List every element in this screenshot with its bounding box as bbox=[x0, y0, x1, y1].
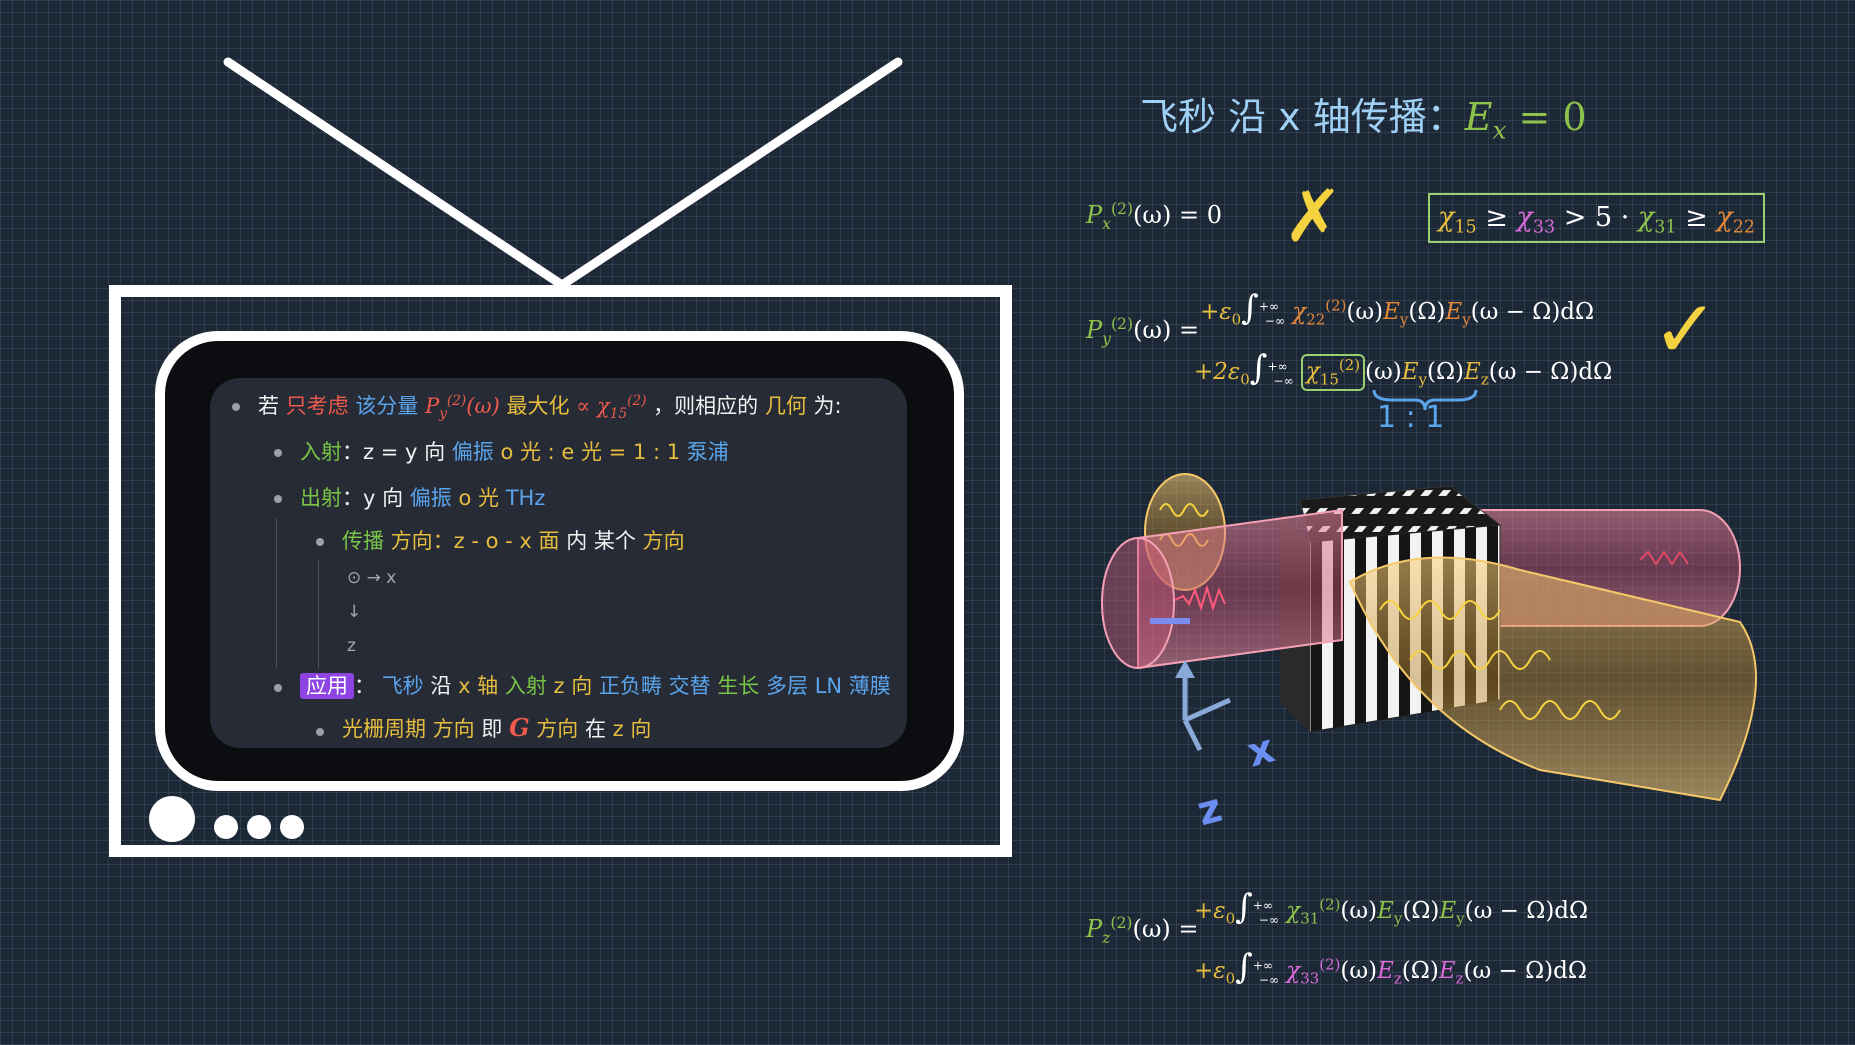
text-z-dir: z 向 bbox=[553, 674, 593, 698]
text-some: 某个 bbox=[593, 529, 636, 553]
text-geometry: 几何 bbox=[764, 394, 807, 418]
eq-py-line1: +ε0∫+∞−∞ χ22(2)(ω)Ey(Ω)Ey(ω − Ω)dΩ bbox=[1200, 288, 1595, 329]
title-math-ex: Ex bbox=[1464, 95, 1507, 145]
tv-knob-large bbox=[149, 796, 195, 842]
text-plane: 面 bbox=[538, 529, 560, 553]
text-polarization: 偏振 bbox=[451, 440, 494, 464]
text-direction: 方向 bbox=[642, 529, 685, 553]
text-z-dir: z 向 bbox=[612, 717, 652, 741]
text-namely: 即 bbox=[481, 717, 503, 741]
bullet-dot bbox=[316, 538, 324, 546]
axes-3d bbox=[1175, 660, 1232, 752]
text-x-axis: x 轴 bbox=[458, 674, 499, 698]
eq-py-line2: +2ε0∫+∞−∞ χ15(2) (ω)Ey(Ω)Ez(ω − Ω)dΩ bbox=[1194, 348, 1613, 391]
text-this-component: 该分量 bbox=[355, 394, 419, 418]
pink-beam-front bbox=[1101, 508, 1343, 670]
tv-knob-small-3 bbox=[280, 815, 304, 839]
cross-icon: ✗ bbox=[1283, 174, 1344, 258]
indent-guide bbox=[276, 518, 277, 668]
text-domains: 正负畴 bbox=[598, 674, 662, 698]
axes-row-x: ⊙ → x bbox=[347, 568, 397, 588]
application-tag: 应用 bbox=[300, 673, 354, 699]
tv-antenna-right bbox=[557, 57, 903, 290]
bullet-dot bbox=[274, 495, 282, 503]
text-polarization: 偏振 bbox=[409, 486, 452, 510]
row-grating: 光栅周期 方向 即 G 方向 在 z 向 bbox=[342, 713, 651, 743]
chi-inequality-box: χ15 ≥ χ33 > 5 · χ31 ≥ χ22 bbox=[1428, 193, 1766, 243]
axis-x-arrow bbox=[1183, 697, 1232, 723]
bullet-dot bbox=[274, 684, 282, 692]
tv-knob-small-1 bbox=[214, 815, 238, 839]
math-p-y-2: Py(2)(ω) bbox=[425, 393, 500, 423]
ratio-label: 1 : 1 bbox=[1377, 400, 1445, 435]
tv-knob-small-2 bbox=[247, 815, 271, 839]
text-along: 沿 bbox=[430, 674, 452, 698]
text-ruo: 若 bbox=[258, 394, 279, 418]
text-direction: 方向 bbox=[390, 529, 433, 553]
text-grown: 生长 bbox=[717, 674, 760, 698]
text-only-consider: 只考虑 bbox=[285, 394, 349, 418]
axis-z-arrow bbox=[1182, 718, 1203, 752]
text-emission: 出射 bbox=[300, 486, 342, 510]
text-at: 在 bbox=[584, 717, 606, 741]
indent-guide bbox=[318, 560, 319, 668]
axes-row-z: z bbox=[347, 636, 356, 656]
text-femtosecond: 飞秒 bbox=[381, 674, 424, 698]
check-icon: ✓ bbox=[1652, 283, 1720, 376]
row-incident: 入射：z = y 向 偏振 o 光 : e 光 = 1 : 1 泵浦 bbox=[300, 436, 729, 466]
bullet-dot bbox=[316, 728, 324, 736]
text-colon: ： bbox=[354, 674, 375, 698]
tv-antenna-left bbox=[223, 57, 567, 290]
math-g: G bbox=[509, 713, 530, 742]
eq-py-lhs: Py(2)(ω) = bbox=[1086, 315, 1200, 348]
text-z-y-dir: ：z = y 向 bbox=[342, 440, 446, 464]
text-incident: 入射 bbox=[300, 440, 342, 464]
text-thin-film: 薄膜 bbox=[848, 674, 891, 698]
crystal-illustration bbox=[1101, 473, 1757, 802]
tv-screen: 若 只考虑 该分量 Py(2)(ω) 最大化 ∝ χ15(2) ，则相应的 几何… bbox=[210, 378, 907, 748]
eq-pz-lhs: Pz(2)(ω) = bbox=[1086, 914, 1199, 947]
text-then-corresponding: ，则相应的 bbox=[653, 394, 759, 418]
math-propto-chi15: ∝ χ15(2) bbox=[576, 393, 647, 423]
text-o-e-ratio: o 光 : e 光 = 1 : 1 bbox=[500, 440, 681, 464]
polarizer-mark bbox=[1150, 618, 1190, 624]
bullet-dot bbox=[274, 449, 282, 457]
text-direction: 方向 bbox=[432, 717, 475, 741]
chi15-highlight-box: χ15(2) bbox=[1300, 354, 1366, 391]
axes-row-arrow: ↓ bbox=[347, 602, 362, 622]
text-grating-period: 光栅周期 bbox=[342, 717, 426, 741]
eq-pz-line1: +ε0∫+∞−∞ χ31(2)(ω)Ey(Ω)Ey(ω − Ω)dΩ bbox=[1194, 887, 1589, 928]
row-propagation: 传播 方向：z - o - x 面 内 某个 方向 bbox=[342, 525, 685, 555]
text-thz: THz bbox=[505, 486, 546, 510]
text-is: 为: bbox=[813, 394, 842, 418]
row-application: 应用： 飞秒 沿 x 轴 入射 z 向 正负畴 交替 生长 多层 LN 薄膜 bbox=[300, 670, 891, 700]
row-emission: 出射：y 向 偏振 o 光 THz bbox=[300, 482, 545, 512]
bullet-dot bbox=[232, 403, 240, 411]
eq-pz-line2: +ε0∫+∞−∞ χ33(2)(ω)Ez(Ω)Ez(ω − Ω)dΩ bbox=[1194, 947, 1587, 988]
title-text: 飞秒 沿 x 轴传播： bbox=[1140, 95, 1465, 139]
row-main-condition: 若 只考虑 该分量 Py(2)(ω) 最大化 ∝ χ15(2) ，则相应的 几何… bbox=[258, 390, 842, 422]
text-ln: LN bbox=[814, 674, 843, 698]
text-incident: 入射 bbox=[504, 674, 547, 698]
text-pump: 泵浦 bbox=[686, 440, 729, 464]
text-propagation: 传播 bbox=[342, 529, 384, 553]
text-within: 内 bbox=[566, 529, 588, 553]
page-title: 飞秒 沿 x 轴传播：Ex = 0 bbox=[1140, 86, 1587, 145]
text-z-o-x: ：z - o - x bbox=[432, 529, 532, 553]
eq-px: Px(2)(ω) = 0 bbox=[1086, 200, 1222, 233]
text-y-dir: ：y 向 bbox=[342, 486, 404, 510]
text-direction: 方向 bbox=[536, 717, 579, 741]
title-math-eq: = 0 bbox=[1506, 95, 1587, 139]
text-o-light: o 光 bbox=[458, 486, 500, 510]
text-maximize: 最大化 bbox=[506, 394, 570, 418]
text-multilayer: 多层 bbox=[766, 674, 808, 698]
text-alternating: 交替 bbox=[668, 674, 711, 698]
